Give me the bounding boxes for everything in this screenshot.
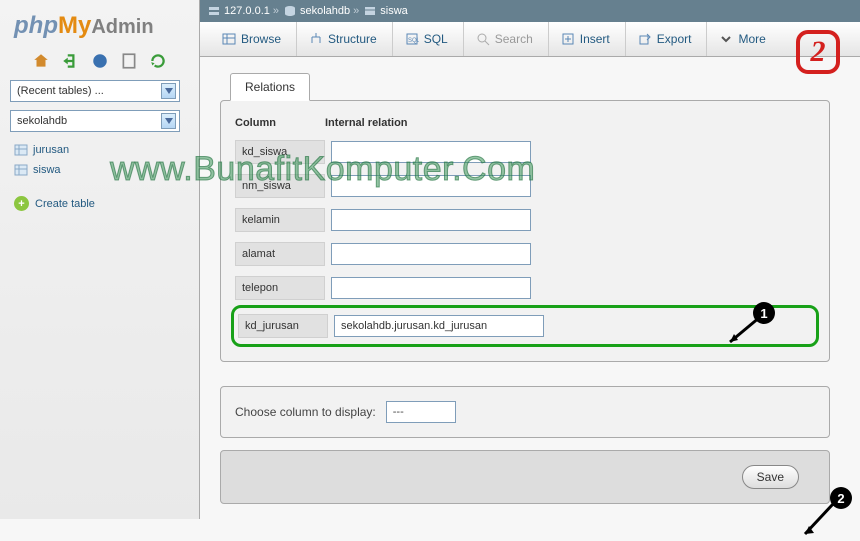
- table-icon: [14, 163, 28, 177]
- relation-select[interactable]: [331, 243, 531, 265]
- main-area: 127.0.0.1 » sekolahdb » siswa Browse Str…: [200, 0, 860, 519]
- tab-label: SQL: [424, 32, 448, 46]
- logo-part-php: php: [14, 12, 58, 39]
- column-name: kelamin: [235, 208, 325, 232]
- annotation-circle-2: 2: [830, 487, 852, 509]
- save-button[interactable]: Save: [742, 465, 799, 489]
- tab-sql[interactable]: SQL SQL: [392, 22, 460, 56]
- relation-value: sekolahdb.jurusan.kd_jurusan: [341, 320, 487, 332]
- chevron-down-icon: [161, 83, 176, 99]
- server-icon: [208, 5, 220, 17]
- breadcrumb-sep: »: [353, 5, 359, 17]
- relation-select[interactable]: sekolahdb.jurusan.kd_jurusan: [334, 315, 544, 337]
- tab-export[interactable]: Export: [625, 22, 704, 56]
- content-area: Relations Column Internal relation kd_si…: [200, 57, 860, 504]
- breadcrumb-server[interactable]: 127.0.0.1: [208, 5, 270, 17]
- breadcrumb-sep: »: [273, 5, 279, 17]
- column-name: nm_siswa: [235, 174, 325, 198]
- display-column-value: ---: [393, 406, 404, 418]
- column-name: alamat: [235, 242, 325, 266]
- header-internal-relation: Internal relation: [325, 117, 815, 129]
- query-window-icon[interactable]: [91, 52, 109, 70]
- column-name: kd_jurusan: [238, 314, 328, 338]
- logo-part-my: My: [58, 12, 91, 39]
- browse-icon: [222, 32, 236, 46]
- tab-search[interactable]: Search: [463, 22, 545, 56]
- display-column-label: Choose column to display:: [235, 405, 376, 419]
- breadcrumb-table[interactable]: siswa: [364, 5, 408, 17]
- table-tree-item[interactable]: jurusan: [10, 140, 189, 160]
- search-icon: [476, 32, 490, 46]
- tab-insert[interactable]: Insert: [548, 22, 622, 56]
- table-icon: [14, 143, 28, 157]
- sql-icon: SQL: [405, 32, 419, 46]
- recent-tables-label: (Recent tables) ...: [17, 85, 104, 97]
- annotation-circle-1: 1: [753, 302, 775, 324]
- relations-header: Column Internal relation: [231, 115, 819, 135]
- plus-icon: +: [14, 196, 29, 211]
- tab-label: Structure: [328, 32, 377, 46]
- tab-label: Insert: [580, 32, 610, 46]
- footer-bar: Save: [220, 450, 830, 504]
- display-column-panel: Choose column to display: ---: [220, 386, 830, 438]
- breadcrumb-db-label: sekolahdb: [300, 5, 350, 17]
- relations-panel: Column Internal relation kd_siswa nm_sis…: [220, 100, 830, 362]
- top-tabs: Browse Structure SQL SQL Search Insert E…: [200, 22, 860, 57]
- column-name: kd_siswa: [235, 140, 325, 164]
- table-name: siswa: [33, 164, 61, 176]
- table-icon: [364, 5, 376, 17]
- tab-browse[interactable]: Browse: [210, 22, 293, 56]
- database-icon: [284, 5, 296, 17]
- create-table-link[interactable]: + Create table: [10, 196, 189, 211]
- logout-icon[interactable]: [61, 52, 79, 70]
- sidebar: phpMyAdmin (Recent tables) ... sekolahdb…: [0, 0, 200, 519]
- relation-row-highlighted: kd_jurusan sekolahdb.jurusan.kd_jurusan: [231, 305, 819, 347]
- breadcrumb: 127.0.0.1 » sekolahdb » siswa: [200, 0, 860, 22]
- chevron-down-icon: [719, 32, 733, 46]
- svg-text:SQL: SQL: [408, 38, 419, 44]
- database-select-value: sekolahdb: [17, 115, 67, 127]
- tab-label: Browse: [241, 32, 281, 46]
- create-table-label: Create table: [35, 198, 95, 210]
- display-column-select[interactable]: ---: [386, 401, 456, 423]
- breadcrumb-server-label: 127.0.0.1: [224, 5, 270, 17]
- database-select[interactable]: sekolahdb: [10, 110, 180, 132]
- breadcrumb-table-label: siswa: [380, 5, 408, 17]
- docs-icon[interactable]: [120, 52, 138, 70]
- table-tree: jurusan siswa: [10, 140, 189, 180]
- relation-select[interactable]: [331, 209, 531, 231]
- annotation-red-number: 2: [811, 35, 826, 69]
- column-name: telepon: [235, 276, 325, 300]
- table-tree-item[interactable]: siswa: [10, 160, 189, 180]
- structure-icon: [309, 32, 323, 46]
- tab-more[interactable]: More: [706, 22, 777, 56]
- header-column: Column: [235, 117, 325, 129]
- sidebar-quick-icons: [10, 48, 189, 80]
- recent-tables-select[interactable]: (Recent tables) ...: [10, 80, 180, 102]
- reload-icon[interactable]: [149, 52, 167, 70]
- relation-row: kd_siswa: [231, 135, 819, 169]
- tab-label: More: [738, 32, 765, 46]
- relation-row: nm_siswa: [231, 169, 819, 203]
- home-icon[interactable]: [32, 52, 50, 70]
- relation-row: alamat: [231, 237, 819, 271]
- relation-row: kelamin: [231, 203, 819, 237]
- relation-row: telepon: [231, 271, 819, 305]
- chevron-down-icon: [161, 113, 176, 129]
- export-icon: [638, 32, 652, 46]
- tab-label: Search: [495, 32, 533, 46]
- annotation-red-box: 2: [796, 30, 840, 74]
- breadcrumb-db[interactable]: sekolahdb: [284, 5, 350, 17]
- tab-structure[interactable]: Structure: [296, 22, 389, 56]
- relation-select[interactable]: [331, 175, 531, 197]
- tab-label: Export: [657, 32, 692, 46]
- relation-select[interactable]: [331, 277, 531, 299]
- relation-select[interactable]: [331, 141, 531, 163]
- table-name: jurusan: [33, 144, 69, 156]
- logo-part-admin: Admin: [91, 16, 153, 38]
- phpmyadmin-logo[interactable]: phpMyAdmin: [10, 8, 189, 48]
- subtab-relations[interactable]: Relations: [230, 73, 310, 101]
- insert-icon: [561, 32, 575, 46]
